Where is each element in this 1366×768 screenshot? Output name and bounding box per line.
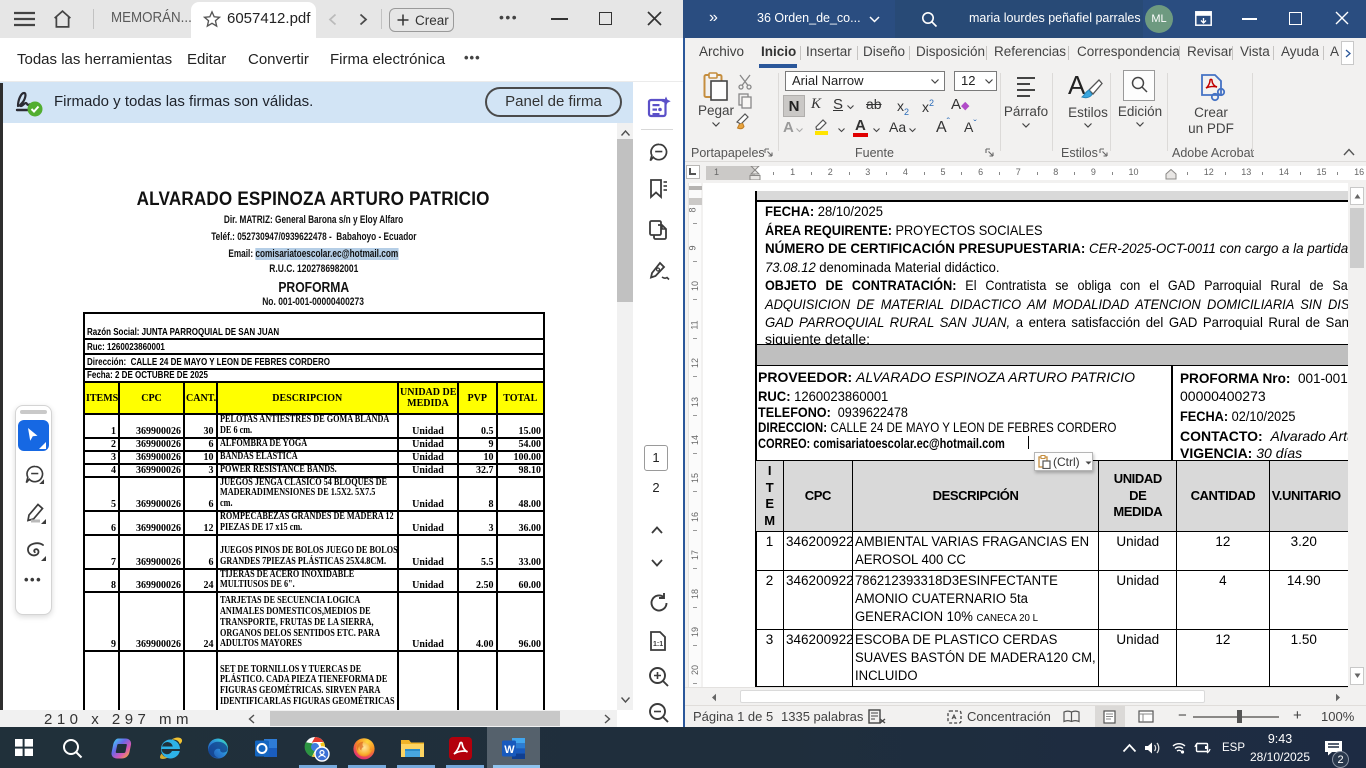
svg-text:W: W — [504, 744, 515, 756]
svg-text:1:1: 1:1 — [653, 641, 663, 648]
